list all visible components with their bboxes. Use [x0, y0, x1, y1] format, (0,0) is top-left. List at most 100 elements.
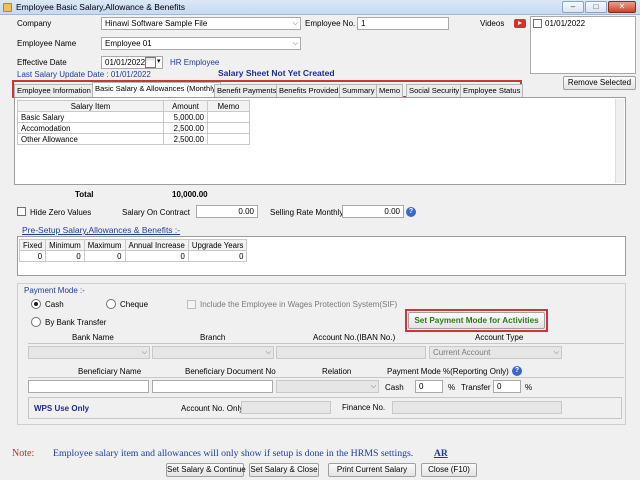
employee-name-select[interactable]: Employee 01 ⌵ — [101, 37, 301, 50]
close-window-button[interactable]: ✕ — [608, 1, 636, 13]
help-icon[interactable]: ? — [512, 366, 522, 376]
tab-benefits-provided[interactable]: Benefits Provided — [276, 84, 342, 97]
last-salary-update: Last Salary Update Date : 01/01/2022 — [17, 70, 151, 79]
remove-selected-button[interactable]: Remove Selected — [563, 76, 636, 90]
salary-contract-input[interactable]: 0.00 — [196, 205, 258, 218]
cell-item: Basic Salary — [17, 111, 164, 123]
tab-employee-status[interactable]: Employee Status — [460, 84, 524, 97]
beneficiary-doc-input[interactable] — [152, 380, 273, 393]
account-type-select[interactable]: Current Account ⌵ — [429, 346, 562, 359]
bank-transfer-label: By Bank Transfer — [45, 318, 107, 327]
hide-zero-checkbox[interactable] — [17, 207, 26, 216]
tab-social-security[interactable]: Social Security — [406, 84, 463, 97]
video-item-date: 01/01/2022 — [545, 19, 586, 28]
wps-only-label: WPS Use Only — [34, 404, 90, 413]
employee-name-value: Employee 01 — [105, 39, 152, 48]
set-payment-mode-button[interactable]: Set Payment Mode for Activities — [408, 312, 545, 329]
cell-memo[interactable] — [207, 111, 250, 123]
cash-pct-input[interactable]: 0 — [415, 380, 443, 393]
employee-name-label: Employee Name — [17, 39, 77, 48]
wps-include-label: Include the Employee in Wages Protection… — [200, 300, 398, 309]
transfer-pct-label: Transfer — [461, 383, 491, 392]
table-row[interactable]: Basic Salary 5,000.00 — [17, 111, 250, 123]
finance-no-label: Finance No. — [342, 403, 386, 412]
cheque-radio-label: Cheque — [120, 300, 149, 309]
tab-memo[interactable]: Memo — [376, 84, 404, 97]
bank-name-header: Bank Name — [72, 333, 114, 342]
employee-no-input[interactable]: 1 — [357, 17, 449, 30]
cash-radio[interactable] — [31, 299, 41, 309]
calendar-dropdown-icon[interactable]: ▾ — [157, 57, 161, 65]
salary-sheet-status: Salary Sheet Not Yet Created — [218, 68, 335, 78]
vertical-scrollbar[interactable] — [615, 99, 624, 183]
tab-benefit-payments[interactable]: Benefit Payments — [214, 84, 280, 97]
cell-item: Accomodation — [17, 122, 164, 134]
wps-include-checkbox[interactable] — [187, 300, 196, 309]
chevron-down-icon: ⌵ — [292, 40, 298, 47]
table-row: 0 0 0 0 0 — [18, 250, 248, 262]
salary-items-table: Salary Item Amount Memo Basic Salary 5,0… — [17, 100, 250, 145]
tab-basic-salary[interactable]: Basic Salary & Allowances (Monthly) — [92, 82, 222, 97]
tab-employee-information[interactable]: Employee Information — [14, 84, 94, 97]
hr-employee-link[interactable]: HR Employee — [170, 58, 219, 67]
total-label: Total — [75, 190, 94, 199]
print-current-salary-button[interactable]: Print Current Salary — [328, 463, 416, 477]
video-item-checkbox[interactable] — [533, 19, 542, 28]
video-list[interactable]: 01/01/2022 — [530, 16, 636, 74]
videos-label: Videos — [480, 19, 505, 28]
finance-no-input[interactable] — [392, 401, 562, 414]
presetup-panel: Fixed Minimum Maximum Annual Increase Up… — [17, 236, 626, 276]
account-only-input[interactable] — [241, 401, 331, 414]
presetup-table: Fixed Minimum Maximum Annual Increase Up… — [18, 239, 248, 262]
tab-summary[interactable]: Summary — [339, 84, 378, 97]
cell-amount[interactable]: 2,500.00 — [163, 133, 208, 145]
transfer-pct-symbol: % — [525, 383, 533, 392]
close-f10-button[interactable]: Close (F10) — [421, 463, 477, 477]
cell-memo[interactable] — [207, 133, 250, 145]
col-fixed: Fixed — [18, 239, 47, 251]
help-icon[interactable]: ? — [406, 207, 416, 217]
calendar-icon[interactable] — [145, 57, 156, 68]
company-select[interactable]: Hinawi Software Sample File ⌵ — [101, 17, 301, 30]
effective-date-value: 01/01/2022 — [105, 58, 146, 67]
account-no-input[interactable] — [276, 346, 426, 359]
cell-memo[interactable] — [207, 122, 250, 134]
ar-link[interactable]: AR — [434, 449, 448, 459]
salary-contract-label: Salary On Contract — [122, 208, 191, 217]
cash-pct-label: Cash — [385, 383, 404, 392]
branch-select[interactable]: ⌵ — [152, 346, 274, 359]
chevron-down-icon: ⌵ — [292, 20, 298, 27]
presetup-link[interactable]: Pre-Setup Salary,Allowances & Benefits :… — [22, 225, 180, 235]
video-play-icon[interactable] — [514, 19, 526, 28]
set-salary-continue-button[interactable]: Set Salary & Continue — [166, 463, 246, 477]
set-salary-close-button[interactable]: Set Salary & Close — [249, 463, 319, 477]
cell-fixed: 0 — [18, 250, 47, 262]
transfer-pct-input[interactable]: 0 — [493, 380, 521, 393]
branch-header: Branch — [200, 333, 226, 342]
selling-rate-input[interactable]: 0.00 — [342, 205, 404, 218]
bank-name-select[interactable]: ⌵ — [28, 346, 150, 359]
col-annual-increase: Annual Increase — [124, 239, 189, 251]
payment-mode-pct-header: Payment Mode %(Reporting Only) — [387, 367, 509, 376]
beneficiary-name-input[interactable] — [28, 380, 149, 393]
cash-radio-label: Cash — [45, 300, 64, 309]
maximize-button[interactable]: □ — [585, 1, 607, 13]
table-row[interactable]: Other Allowance 2,500.00 — [17, 133, 250, 145]
bank-header-divider — [28, 343, 624, 344]
col-amount: Amount — [163, 100, 208, 112]
cell-amount[interactable]: 5,000.00 — [163, 111, 208, 123]
cell-amount[interactable]: 2,500.00 — [163, 122, 208, 134]
company-value: Hinawi Software Sample File — [105, 19, 208, 28]
cheque-radio[interactable] — [106, 299, 116, 309]
bank-transfer-radio[interactable] — [31, 317, 41, 327]
col-memo: Memo — [207, 100, 250, 112]
minimize-button[interactable]: – — [562, 1, 584, 13]
app-icon — [3, 3, 12, 12]
total-value: 10,000.00 — [172, 190, 208, 199]
table-row[interactable]: Accomodation 2,500.00 — [17, 122, 250, 134]
relation-select[interactable]: ⌵ — [276, 380, 379, 393]
cell-annual-increase: 0 — [124, 250, 189, 262]
window-title: Employee Basic Salary,Allowance & Benefi… — [16, 2, 185, 12]
col-upgrade-years: Upgrade Years — [187, 239, 248, 251]
company-label: Company — [17, 19, 52, 28]
